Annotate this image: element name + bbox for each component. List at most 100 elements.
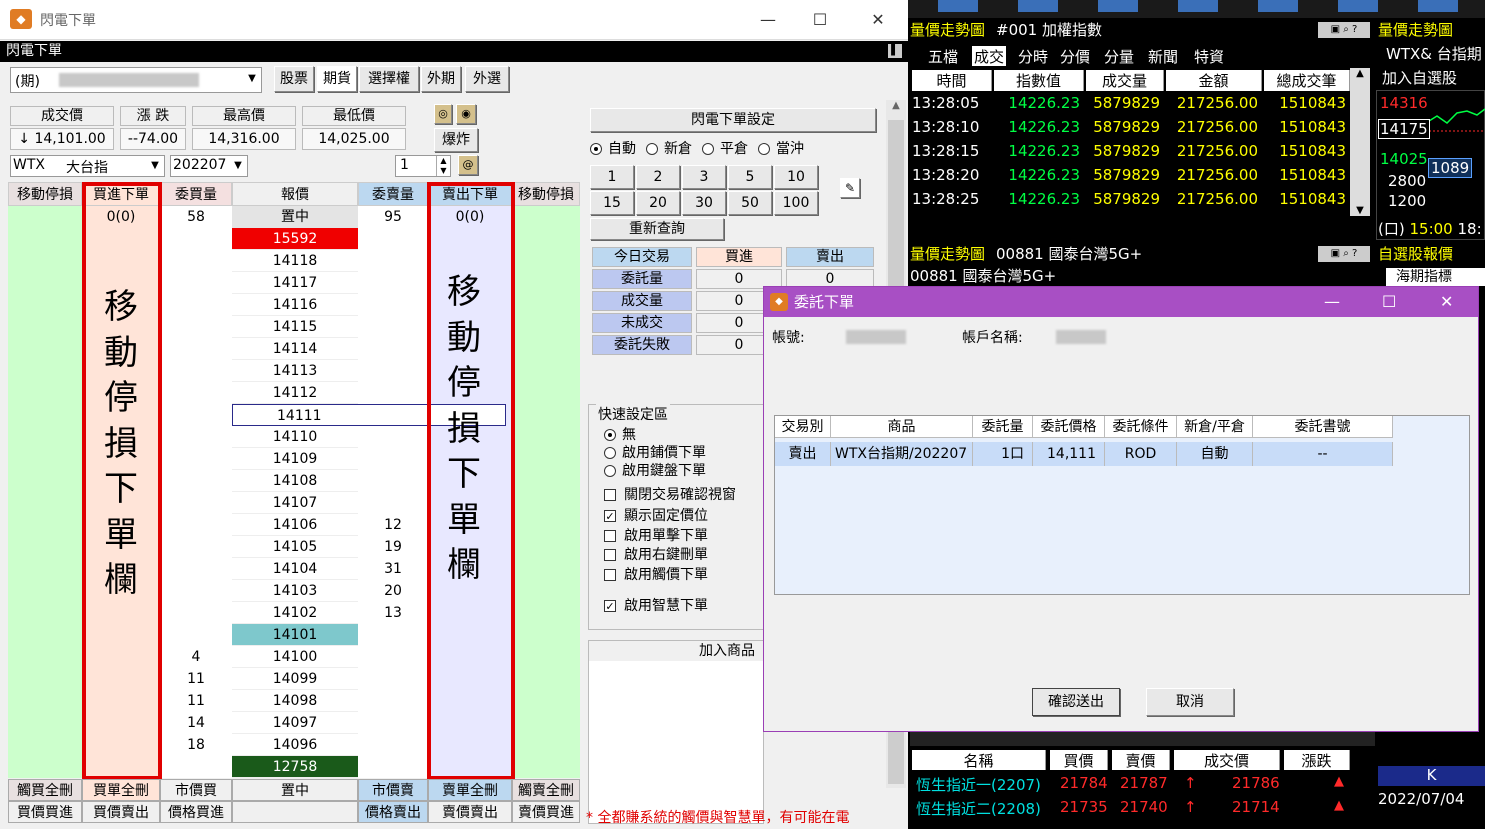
price-cell[interactable]: 14116 [232,294,358,316]
maximize-icon[interactable]: ☐ [1382,287,1396,317]
price-cell[interactable]: 12758 [232,756,358,778]
price-cell[interactable]: 14114 [232,338,358,360]
ladder-bottom-button[interactable]: 觸買全刪 [8,779,82,801]
ladder-bottom-button[interactable] [232,801,358,823]
tick-scrollbar[interactable]: ▲ ▼ [1350,68,1370,216]
explode-button[interactable]: 爆炸 [434,128,478,152]
price-cell[interactable]: 14113 [232,360,358,382]
product-tab[interactable]: 外選 [465,66,509,92]
requery-button[interactable]: 重新查詢 [590,218,724,240]
quick-radio[interactable]: 無 [604,424,636,444]
toolbar-button[interactable] [1418,0,1458,12]
product-tab[interactable]: 選擇權 [359,66,419,92]
toolbar-button[interactable] [1258,0,1298,12]
qty-button[interactable]: 2 [636,165,680,189]
mode-radio[interactable]: 新倉 [646,141,692,157]
minimize-icon[interactable]: — [1324,287,1340,317]
panel-controls-icon[interactable]: ▣ ⌕ ? [1318,22,1370,38]
price-cell[interactable]: 14110 [232,426,358,448]
account-select[interactable]: (期) ▼ [10,67,262,93]
ladder-bottom-button[interactable]: 買價買進 [8,801,82,823]
price-cell[interactable]: 14104 [232,558,358,580]
toolbar-button[interactable] [1018,0,1058,12]
toolbar-button[interactable] [1178,0,1218,12]
toolbar-button[interactable] [1098,0,1138,12]
index-tab[interactable]: 五檔 [928,46,958,66]
ladder-bottom-button[interactable]: 置中 [232,779,358,801]
price-cell[interactable]: 14101 [232,624,358,646]
quick-radio[interactable]: 啟用鋪價下單 [604,442,706,462]
price-cell[interactable]: 14103 [232,580,358,602]
price-cell[interactable]: 14097 [232,712,358,734]
ladder-bottom-button[interactable]: 市價賣 [358,779,428,801]
minimize-icon[interactable]: — [748,6,788,34]
close-icon[interactable]: ✕ [858,6,898,34]
qty-button[interactable]: 20 [636,191,680,215]
refresh-icon[interactable]: @ [458,155,478,175]
qty-button[interactable]: 1 [590,165,634,189]
qty-button[interactable]: 30 [682,191,726,215]
price-cell[interactable]: 14096 [232,734,358,756]
order-grid-cell[interactable]: 自動 [1177,442,1253,466]
chevron-up-icon[interactable]: ▲ [1350,68,1370,79]
ladder-bottom-button[interactable]: 觸賣全刪 [512,779,580,801]
qty-button[interactable]: 50 [728,191,772,215]
index-tab[interactable]: 新聞 [1148,46,1178,66]
settings-checkbox[interactable]: 啟用右鍵刪單 [604,544,708,564]
price-cell[interactable]: 14115 [232,316,358,338]
order-grid-cell[interactable]: ROD [1105,442,1177,466]
settings-title-button[interactable]: 閃電下單設定 [590,108,876,132]
ladder-bottom-button[interactable]: 價格買進 [160,801,232,823]
watch-tab[interactable]: 海期指標 [1386,268,1485,286]
price-cell[interactable]: 14108 [232,470,358,492]
toolbar-button[interactable] [938,0,978,12]
settings-checkbox[interactable]: 關閉交易確認視窗 [604,484,736,504]
price-cell[interactable]: 14105 [232,536,358,558]
cancel-button[interactable]: 取消 [1146,688,1234,716]
buy-trail-stop-column[interactable] [8,182,82,778]
price-cell[interactable]: 14099 [232,668,358,690]
price-cell[interactable]: 14106 [232,514,358,536]
eye-icon[interactable]: ◎ [434,104,452,124]
month-select[interactable]: 202207 ▼ [170,155,248,177]
mode-radio[interactable]: 平倉 [702,141,748,157]
order-grid-cell[interactable]: 14,111 [1033,442,1105,466]
sell-trail-stop-column[interactable] [512,182,580,778]
ladder-bottom-button[interactable]: 價格賣出 [358,801,428,823]
ladder-bottom-button[interactable]: 賣價賣出 [428,801,512,823]
ladder-bottom-button[interactable]: 賣單全刪 [428,779,512,801]
mode-radio[interactable]: 當沖 [758,141,804,157]
price-cell[interactable]: 14107 [232,492,358,514]
price-cell[interactable]: 14118 [232,250,358,272]
qty-button[interactable]: 5 [728,165,772,189]
ladder-bottom-button[interactable]: 賣價買進 [512,801,580,823]
maximize-icon[interactable]: ☐ [800,6,840,34]
chevron-up-icon[interactable]: ▲ [886,100,906,111]
index-tab[interactable]: 分量 [1104,46,1134,66]
close-icon[interactable]: ✕ [1440,287,1453,317]
ladder-top-price[interactable]: 置中 [232,206,358,228]
settings-checkbox[interactable]: 啟用單擊下單 [604,525,708,545]
settings-checkbox[interactable]: ✓ 啟用智慧下單 [604,595,708,615]
stepper-arrows-icon[interactable]: ▲ ▼ [436,156,450,176]
product-tab[interactable]: 期貨 [317,66,357,92]
toolbar-button[interactable] [1338,0,1378,12]
index-tab[interactable]: 成交 [972,46,1007,66]
hk-name[interactable]: 恆生指近二(2208) [916,798,1041,819]
quick-radio[interactable]: 啟用鍵盤下單 [604,460,706,480]
price-cell[interactable]: 14109 [232,448,358,470]
price-cell[interactable]: 14102 [232,602,358,624]
order-grid-cell[interactable]: -- [1253,442,1393,466]
settings-checkbox[interactable]: ✓ 顯示固定價位 [604,505,708,525]
index-tab[interactable]: 特資 [1194,46,1224,66]
order-grid-cell[interactable]: 賣出 [775,442,831,466]
mode-radio[interactable]: 自動 [590,141,636,157]
edit-pencil-icon[interactable]: ✎ [840,178,860,198]
qty-button[interactable]: 10 [774,165,818,189]
index-tab[interactable]: 分時 [1018,46,1048,66]
symbol-select[interactable]: WTX 大台指 ▼ [10,155,165,177]
ladder-bottom-button[interactable]: 市價買 [160,779,232,801]
ladder-bottom-button[interactable]: 買價賣出 [82,801,160,823]
price-cell[interactable]: 15592 [232,228,358,250]
order-grid-cell[interactable]: WTX台指期/202207 [831,442,973,466]
